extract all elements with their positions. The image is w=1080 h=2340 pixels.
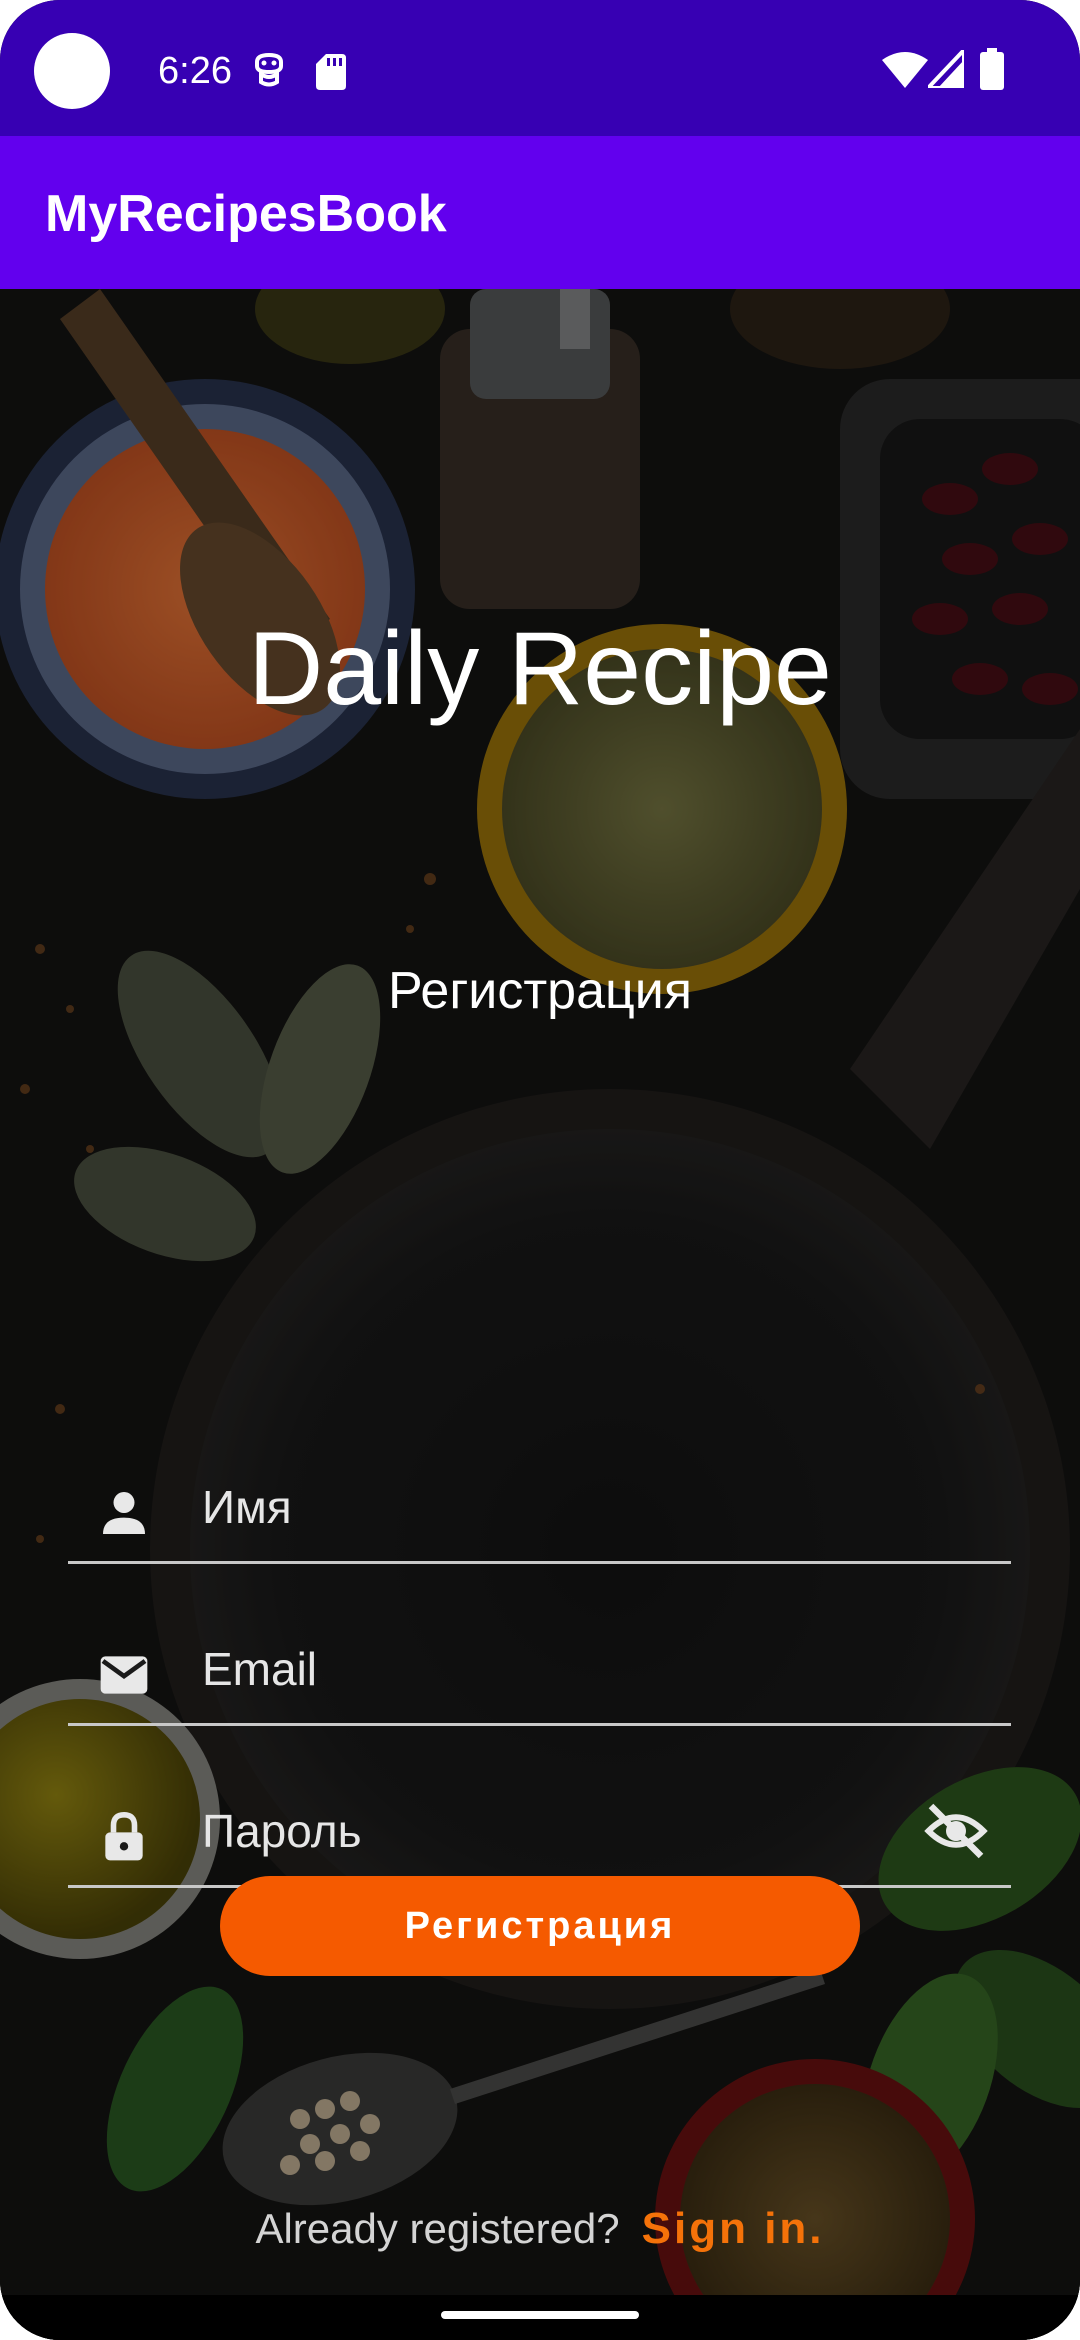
- password-input[interactable]: [202, 1799, 902, 1863]
- signin-prompt: Already registered?: [255, 2205, 620, 2252]
- mail-icon: [100, 1656, 148, 1694]
- notification-face-icon: [255, 52, 283, 87]
- status-time: 6:26: [158, 50, 232, 92]
- hero-title: Daily Recipe: [248, 611, 832, 727]
- name-field[interactable]: [68, 1451, 1011, 1564]
- signal-icon: [928, 50, 964, 88]
- sd-card-icon: [316, 54, 346, 90]
- registration-screen: Daily Recipe Регистрация Имя Email Регис…: [0, 289, 1080, 2340]
- password-field[interactable]: [68, 1775, 1011, 1888]
- lock-icon: [105, 1812, 143, 1861]
- email-field[interactable]: [68, 1613, 1011, 1726]
- registration-heading: Регистрация: [388, 962, 692, 1020]
- register-button[interactable]: Регистрация: [220, 1876, 860, 1976]
- person-icon: [103, 1492, 145, 1534]
- status-bar: 6:26: [0, 0, 1080, 136]
- battery-icon: [980, 48, 1004, 90]
- app-bar: MyRecipesBook: [0, 136, 1080, 289]
- navigation-bar: [0, 2295, 1080, 2340]
- food-background-image: [0, 289, 1080, 2340]
- wifi-icon: [882, 52, 928, 88]
- signin-row: Already registered? Sign in.: [0, 2204, 1080, 2254]
- camera-cutout: [34, 33, 110, 109]
- app-title: MyRecipesBook: [45, 185, 447, 243]
- visibility-off-icon[interactable]: [923, 1801, 989, 1861]
- signin-link[interactable]: Sign in.: [642, 2204, 825, 2253]
- name-input[interactable]: [202, 1475, 902, 1539]
- email-input[interactable]: [202, 1637, 902, 1701]
- home-indicator[interactable]: [441, 2311, 639, 2319]
- phone-screen: 6:26 MyRecipesBook Daily Recipe Регистра…: [0, 0, 1080, 2340]
